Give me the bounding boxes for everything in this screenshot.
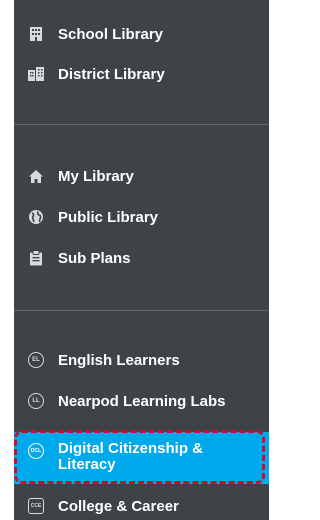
divider [14, 124, 269, 125]
sidebar-item-label: District Library [58, 65, 165, 83]
library-sidebar: School Library District Library My Libra… [14, 0, 269, 520]
sidebar-item-label: Public Library [58, 208, 159, 226]
sidebar-item-english-learners[interactable]: EL English Learners [14, 342, 269, 378]
sidebar-item-label: School Library [58, 25, 164, 43]
building-icon [26, 24, 46, 44]
english-learners-badge-icon: EL [26, 350, 46, 370]
home-icon [26, 166, 46, 186]
sidebar-item-digital-citizenship[interactable]: DCL Digital Citizenship & Literacy [14, 432, 269, 484]
clipboard-icon [26, 248, 46, 268]
digital-citizenship-badge-icon: DCL [26, 441, 46, 461]
globe-icon [26, 207, 46, 227]
sidebar-item-district-library[interactable]: District Library [14, 56, 269, 92]
buildings-icon [26, 64, 46, 84]
badge-text: CCE [28, 498, 44, 514]
sidebar-item-label: College & Career [58, 497, 179, 515]
sidebar-item-nearpod-learning-labs[interactable]: LL Nearpod Learning Labs [14, 383, 269, 419]
sidebar-item-sub-plans[interactable]: Sub Plans [14, 240, 269, 276]
sidebar-item-label: English Learners [58, 351, 180, 369]
college-career-badge-icon: CCE [26, 496, 46, 516]
sidebar-item-label: Sub Plans [58, 249, 131, 267]
page-frame: School Library District Library My Libra… [0, 0, 269, 520]
sidebar-item-college-career[interactable]: CCE College & Career [14, 488, 269, 520]
sidebar-item-school-library[interactable]: School Library [14, 16, 269, 52]
badge-text: DCL [28, 443, 44, 459]
badge-text: LL [28, 393, 44, 409]
sidebar-item-label: Digital Citizenship & Literacy [58, 440, 204, 473]
sidebar-item-my-library[interactable]: My Library [14, 158, 269, 194]
divider [14, 310, 269, 311]
sidebar-item-label: My Library [58, 167, 134, 185]
sidebar-item-label: Nearpod Learning Labs [58, 392, 226, 410]
learning-labs-badge-icon: LL [26, 391, 46, 411]
badge-text: EL [28, 352, 44, 368]
sidebar-item-public-library[interactable]: Public Library [14, 199, 269, 235]
